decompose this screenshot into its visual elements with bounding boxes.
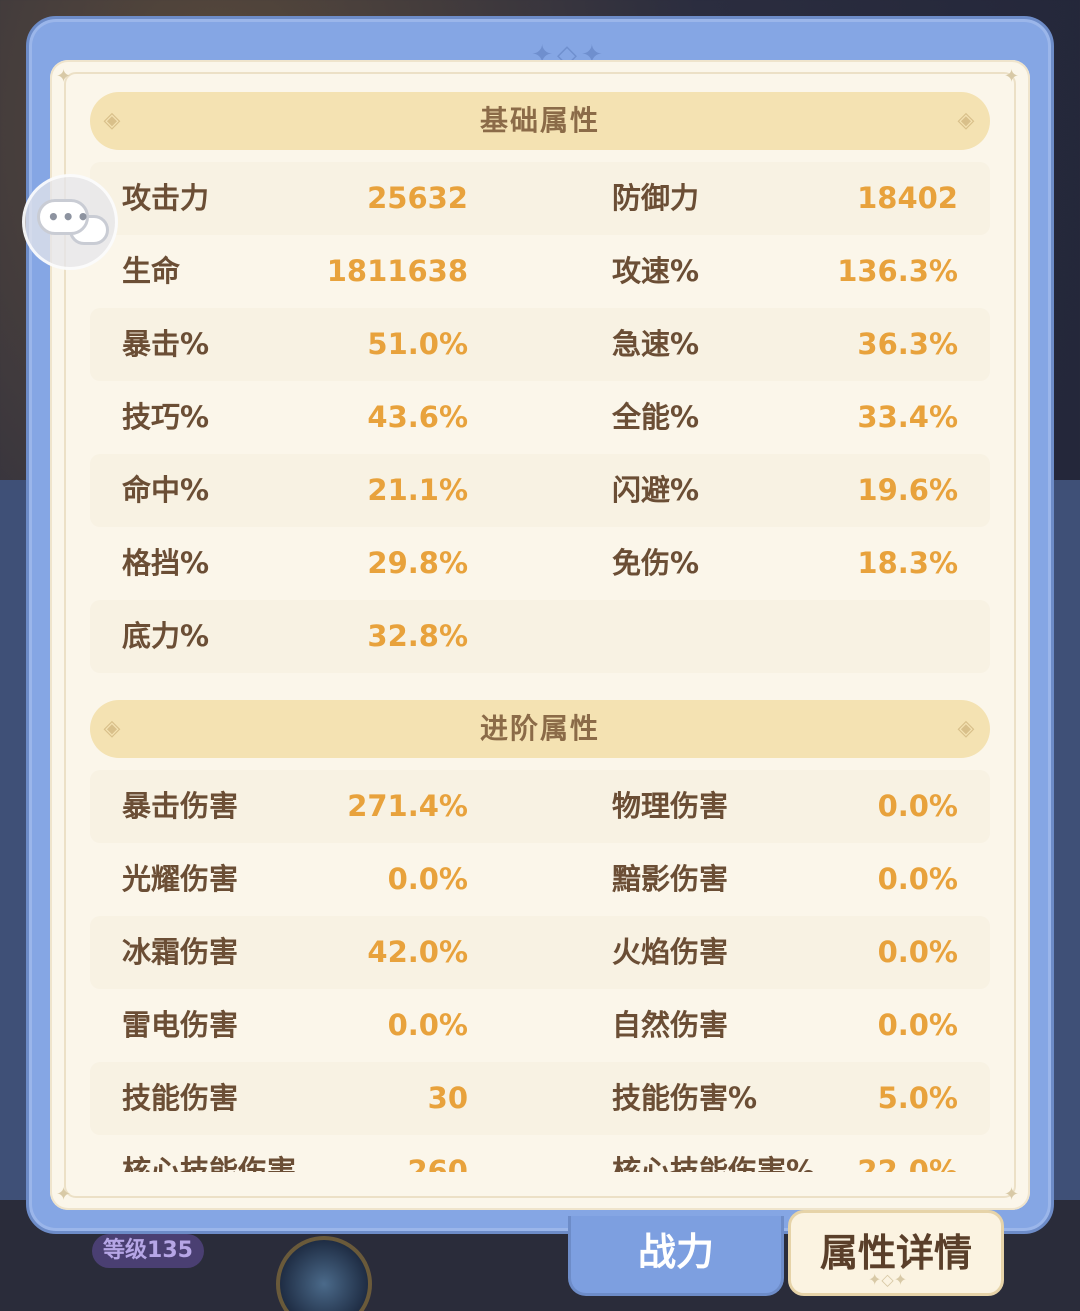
attribute-row: 底力% 32.8% xyxy=(90,600,990,673)
attribute-value: 260 xyxy=(407,1154,468,1172)
attribute-value: 32.8% xyxy=(367,619,468,653)
corner-star-icon: ✦ xyxy=(56,1184,72,1205)
attribute-value: 0.0% xyxy=(877,935,958,969)
corner-star-icon: ✦ xyxy=(1004,66,1020,87)
tab-power[interactable]: 战力 xyxy=(568,1216,784,1296)
attribute-value: 0.0% xyxy=(387,862,468,896)
diamond-ornament-icon: ✦◇✦ xyxy=(868,1270,908,1289)
attribute-row: 技巧% 43.6% 全能% 33.4% xyxy=(90,381,990,454)
attribute-row: 雷电伤害 0.0% 自然伤害 0.0% xyxy=(90,989,990,1062)
attribute-value: 29.8% xyxy=(367,546,468,580)
attribute-label: 技能伤害 xyxy=(122,1081,239,1115)
attribute-row: 技能伤害 30 技能伤害% 5.0% xyxy=(90,1062,990,1135)
level-badge: 等级135 xyxy=(92,1234,204,1268)
attribute-row: 命中% 21.1% 闪避% 19.6% xyxy=(90,454,990,527)
attribute-label: 暴击% xyxy=(122,327,210,361)
attribute-value: 51.0% xyxy=(367,327,468,361)
diamond-ornament-icon: ◈ xyxy=(103,108,123,133)
attribute-value: 1811638 xyxy=(326,254,468,288)
attribute-value: 36.3% xyxy=(857,327,958,361)
attribute-value: 0.0% xyxy=(877,1008,958,1042)
attribute-label: 闪避% xyxy=(612,473,700,507)
attribute-label: 攻击力 xyxy=(122,181,210,215)
attribute-value: 136.3% xyxy=(837,254,958,288)
attribute-value xyxy=(780,600,958,673)
attribute-label: 全能% xyxy=(612,400,700,434)
attribute-row: 光耀伤害 0.0% 黯影伤害 0.0% xyxy=(90,843,990,916)
attribute-value: 21.1% xyxy=(367,473,468,507)
attribute-label: 暴击伤害 xyxy=(122,789,239,823)
attribute-label: 黯影伤害 xyxy=(612,862,729,896)
attribute-value: 19.6% xyxy=(857,473,958,507)
attribute-value: 0.0% xyxy=(387,1008,468,1042)
attribute-row: 攻击力 25632 防御力 18402 xyxy=(90,162,990,235)
attribute-row: 暴击% 51.0% 急速% 36.3% xyxy=(90,308,990,381)
attribute-value: 22.0% xyxy=(857,1154,958,1172)
attribute-label: 自然伤害 xyxy=(612,1008,729,1042)
attribute-value: 5.0% xyxy=(877,1081,958,1115)
chat-dots-icon: ••• xyxy=(47,205,92,229)
attribute-label: 格挡% xyxy=(122,546,210,580)
attribute-value: 18402 xyxy=(857,181,958,215)
attribute-value: 42.0% xyxy=(367,935,468,969)
basic-section-header: ◈ 基础属性 ◈ xyxy=(90,92,990,150)
attribute-scroll-area[interactable]: ◈ 基础属性 ◈ 攻击力 25632 防御力 18402 生命 1811638 攻速% 136… xyxy=(90,92,990,1172)
attribute-label: 攻速% xyxy=(612,254,700,288)
attribute-label: 命中% xyxy=(122,473,210,507)
attribute-row: 核心技能伤害 260 核心技能伤害% 22.0% xyxy=(90,1135,990,1172)
corner-star-icon: ✦ xyxy=(1004,1184,1020,1205)
diamond-ornament-icon: ◈ xyxy=(957,716,977,741)
attribute-value: 271.4% xyxy=(347,789,468,823)
attribute-label: 冰霜伤害 xyxy=(122,935,239,969)
attribute-label: 技能伤害% xyxy=(612,1081,758,1115)
attribute-label: 生命 xyxy=(122,254,181,288)
attribute-label: 免伤% xyxy=(612,546,700,580)
attribute-value: 18.3% xyxy=(857,546,958,580)
attribute-label: 物理伤害 xyxy=(612,789,729,823)
attribute-value: 0.0% xyxy=(877,862,958,896)
diamond-ornament-icon: ◈ xyxy=(103,716,123,741)
attribute-label: 急速% xyxy=(612,327,700,361)
attribute-row: 格挡% 29.8% 免伤% 18.3% xyxy=(90,527,990,600)
attribute-label: 防御力 xyxy=(612,181,700,215)
attribute-label: 技巧% xyxy=(122,400,210,434)
diamond-ornament-icon: ◈ xyxy=(957,108,977,133)
basic-section-title: 基础属性 xyxy=(479,104,600,137)
attribute-value: 43.6% xyxy=(367,400,468,434)
corner-star-icon: ✦ xyxy=(56,66,72,87)
attribute-value: 0.0% xyxy=(877,789,958,823)
attribute-label: 雷电伤害 xyxy=(122,1008,239,1042)
advanced-section-title: 进阶属性 xyxy=(479,712,600,745)
chat-button[interactable]: ••• xyxy=(22,174,118,270)
attribute-row: 生命 1811638 攻速% 136.3% xyxy=(90,235,990,308)
attribute-value: 33.4% xyxy=(857,400,958,434)
advanced-section-header: ◈ 进阶属性 ◈ xyxy=(90,700,990,758)
attribute-label: 光耀伤害 xyxy=(122,862,239,896)
attribute-value: 25632 xyxy=(367,181,468,215)
attribute-label: 火焰伤害 xyxy=(612,935,729,969)
attribute-row: 暴击伤害 271.4% 物理伤害 0.0% xyxy=(90,770,990,843)
attribute-value: 30 xyxy=(427,1081,468,1115)
attribute-row: 冰霜伤害 42.0% 火焰伤害 0.0% xyxy=(90,916,990,989)
attribute-label: 核心技能伤害 xyxy=(122,1154,297,1172)
attribute-label: 底力% xyxy=(122,619,210,653)
